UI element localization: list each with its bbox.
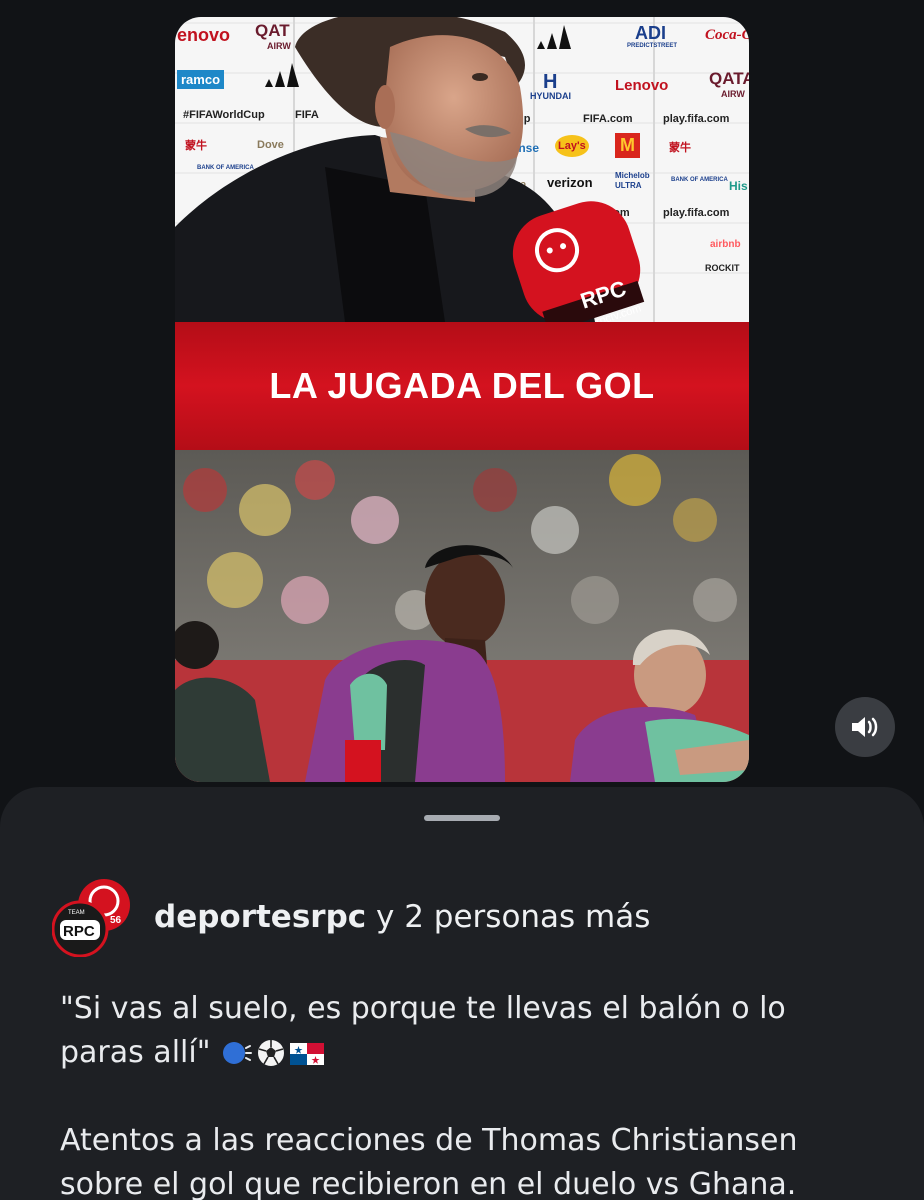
- author-username[interactable]: deportesrpc: [154, 899, 366, 935]
- avatar-label: RPC: [63, 923, 95, 940]
- caption-line-2: paras allí": [60, 1035, 211, 1070]
- caption-line-2-wrap: paras allí": [60, 1031, 860, 1075]
- coach-figure: RPC rpctv.com: [175, 17, 645, 322]
- post-caption: "Si vas al suelo, es porque te llevas el…: [60, 987, 860, 1200]
- screen: enovo QAT AIRW ramco #FIFAWorldCup FIFA …: [0, 0, 924, 1200]
- speaking-head-icon: [223, 1042, 253, 1064]
- caption-line-1: "Si vas al suelo, es porque te llevas el…: [60, 991, 786, 1026]
- caption-paragraph-2: Atentos a las reacciones de Thomas Chris…: [60, 1123, 798, 1200]
- interview-frame: enovo QAT AIRW ramco #FIFAWorldCup FIFA …: [175, 17, 749, 322]
- collaborators-text[interactable]: y 2 personas más: [376, 899, 650, 935]
- players-image: [175, 450, 749, 782]
- video-title-text: LA JUGADA DEL GOL: [269, 365, 655, 406]
- speaker-icon: [852, 717, 878, 737]
- panama-flag-icon: [290, 1043, 325, 1065]
- video-title-banner: LA JUGADA DEL GOL: [175, 322, 749, 450]
- rpc-avatar-image: 56 TEAM RPC: [51, 879, 130, 958]
- volume-button[interactable]: [835, 697, 895, 757]
- author-avatar[interactable]: 56 TEAM RPC: [51, 877, 134, 958]
- avatar-top-text: TEAM: [68, 910, 85, 916]
- players-frame: [175, 450, 749, 782]
- video-player[interactable]: enovo QAT AIRW ramco #FIFAWorldCup FIFA …: [175, 17, 749, 782]
- avatar-badge: 56: [110, 915, 122, 926]
- post-details-sheet: 56 TEAM RPC deportesrpc y 2 personas más…: [0, 787, 924, 1200]
- author-line: deportesrpc y 2 personas más: [154, 899, 650, 935]
- sheet-drag-handle[interactable]: [424, 815, 500, 821]
- soccer-ball-icon: [258, 1040, 285, 1066]
